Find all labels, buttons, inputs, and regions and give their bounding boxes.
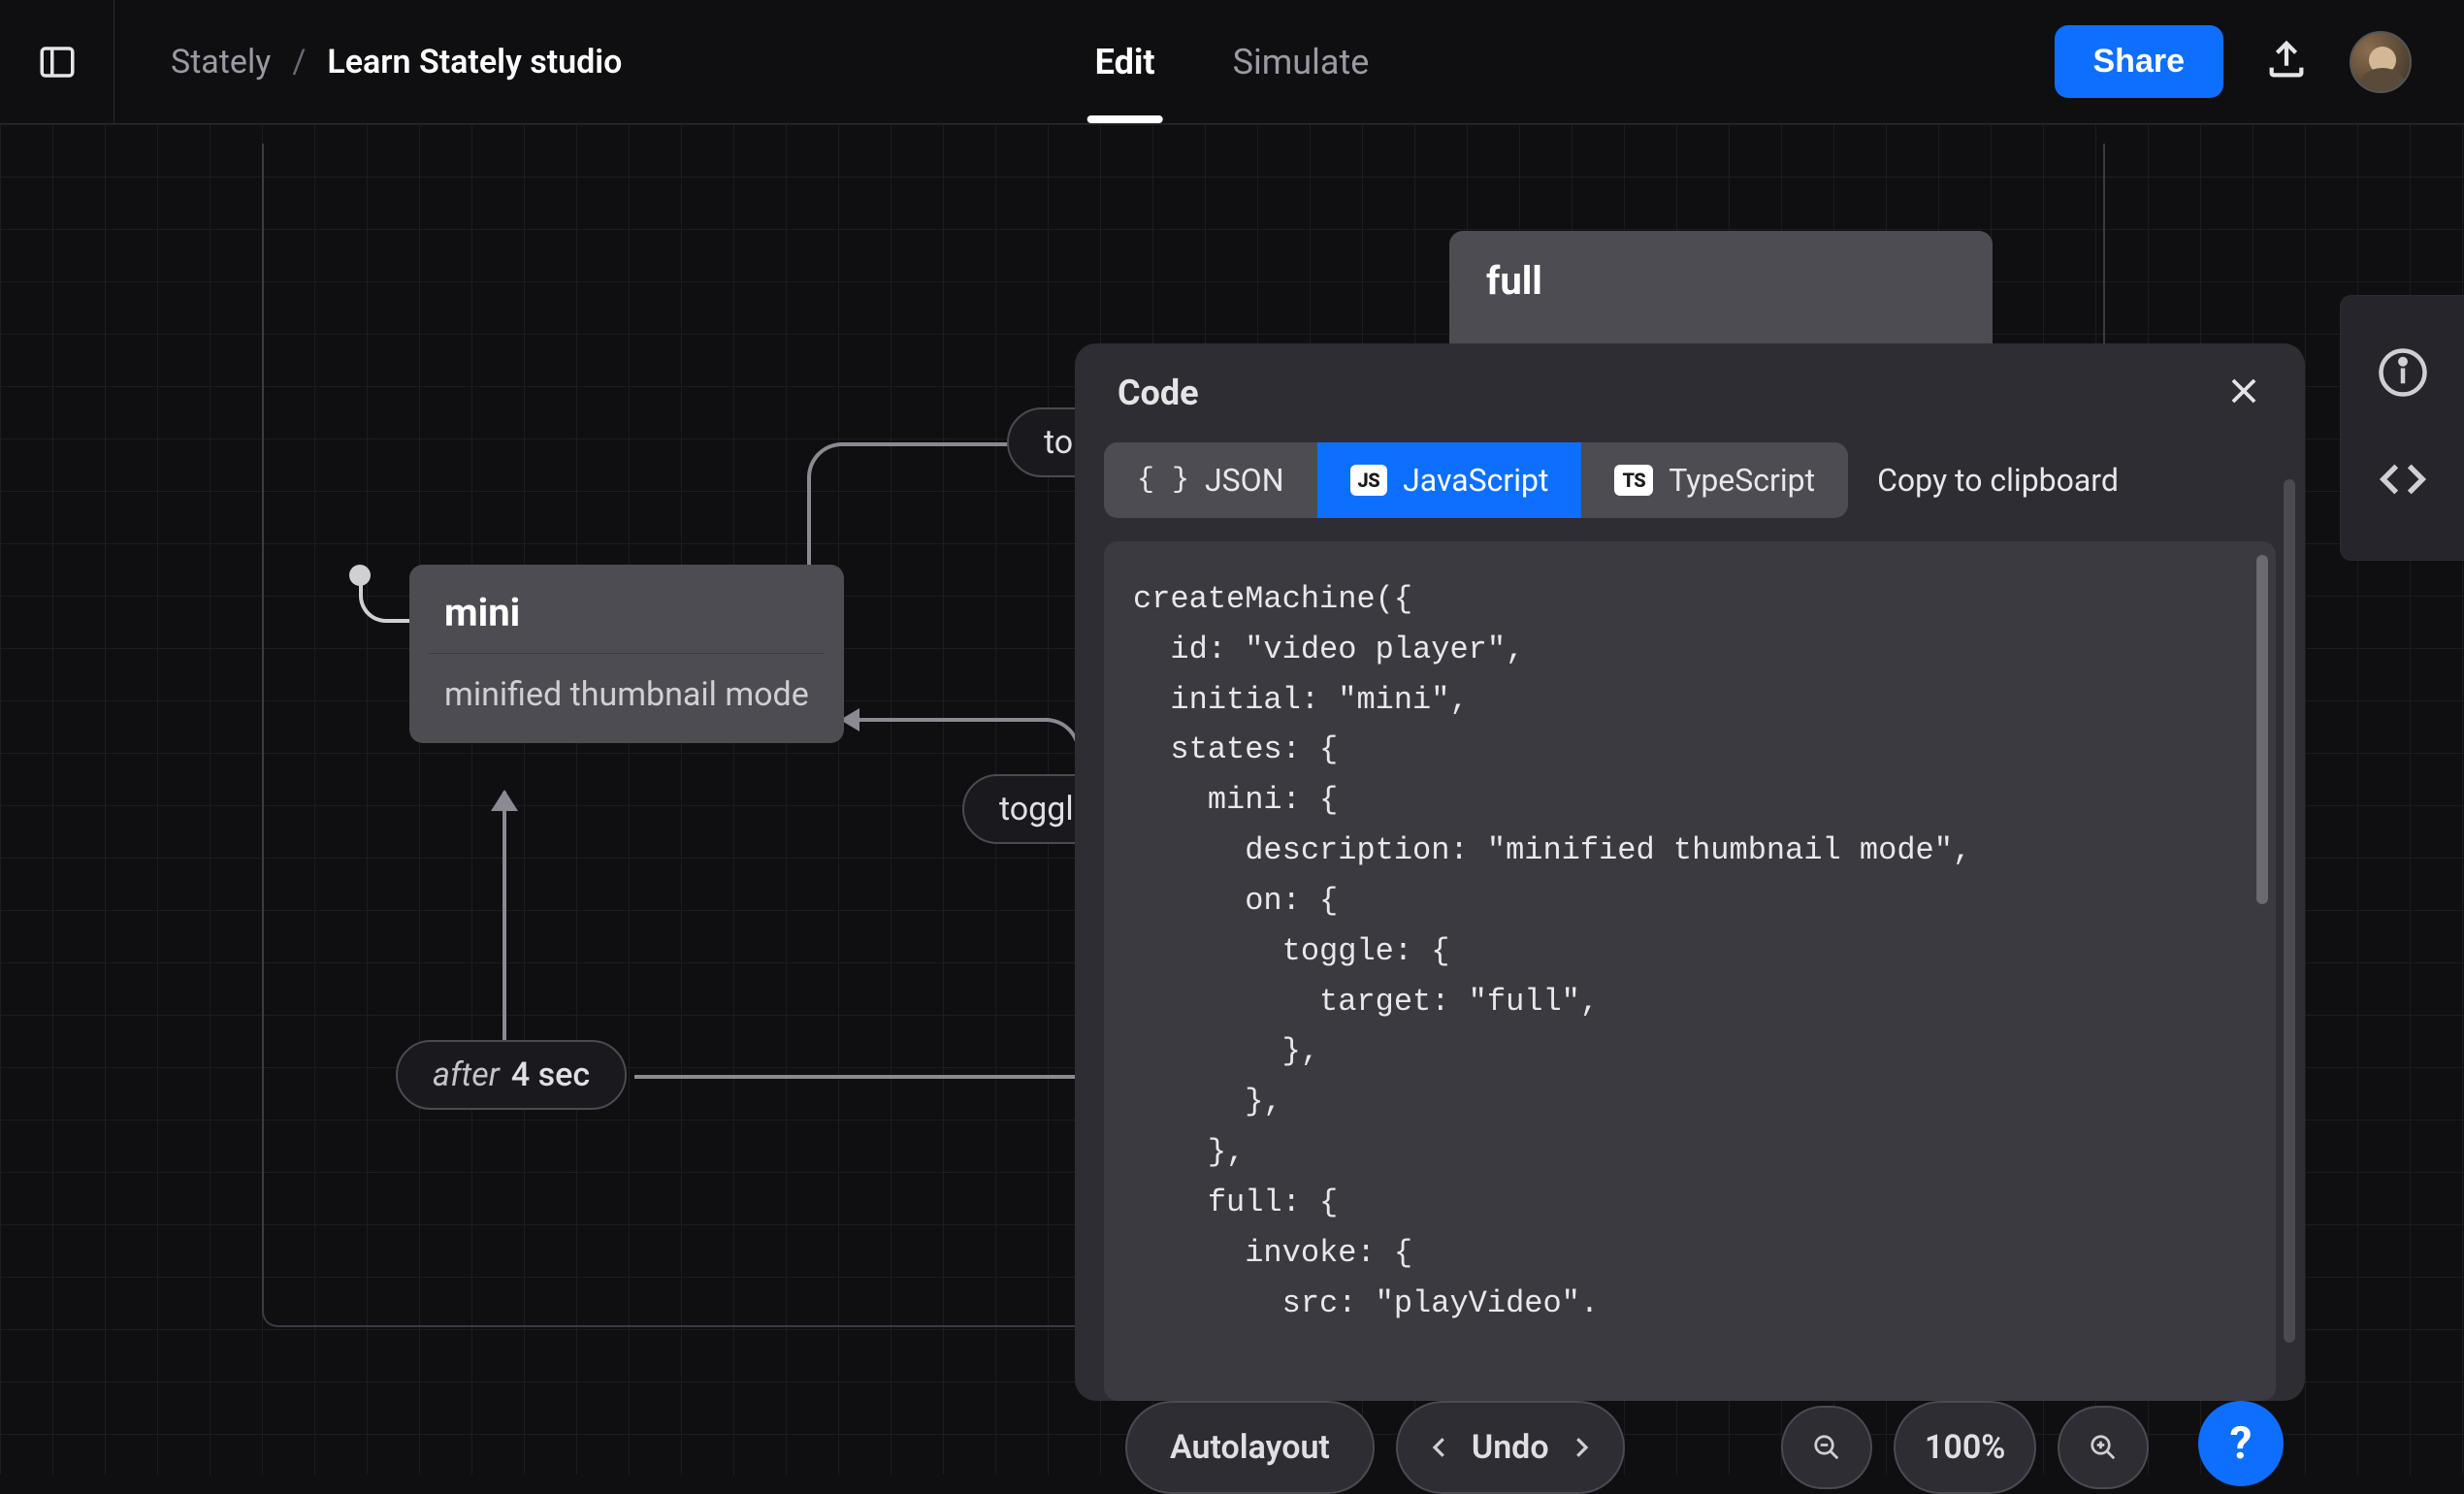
zoom-out-button[interactable] bbox=[1781, 1406, 1872, 1489]
zoom-out-icon bbox=[1812, 1433, 1841, 1462]
close-icon bbox=[2225, 373, 2262, 409]
export-button[interactable] bbox=[2264, 38, 2309, 86]
sidebar-toggle-button[interactable] bbox=[0, 0, 114, 124]
upload-icon bbox=[2264, 38, 2309, 82]
breadcrumb-project[interactable]: Learn Stately studio bbox=[327, 43, 622, 81]
breadcrumb-org[interactable]: Stately bbox=[171, 43, 271, 81]
code-panel-toggle[interactable] bbox=[2377, 453, 2429, 509]
transition-label-after[interactable]: after 4 sec bbox=[396, 1040, 627, 1110]
help-button[interactable]: ? bbox=[2198, 1401, 2284, 1486]
button-label: Autolayout bbox=[1170, 1428, 1330, 1467]
share-button[interactable]: Share bbox=[2055, 25, 2224, 98]
format-tabs: { } JSON JS JavaScript TS TypeScript bbox=[1104, 442, 1848, 518]
tab-simulate[interactable]: Simulate bbox=[1233, 0, 1370, 123]
tab-json[interactable]: { } JSON bbox=[1104, 442, 1317, 518]
panel-scrollbar[interactable] bbox=[2284, 479, 2295, 1343]
state-description: minified thumbnail mode bbox=[409, 654, 844, 743]
tab-typescript[interactable]: TS TypeScript bbox=[1581, 442, 1848, 518]
transition-edge[interactable] bbox=[634, 1075, 1077, 1079]
close-button[interactable] bbox=[2225, 373, 2262, 413]
mode-tabs: Edit Simulate bbox=[1095, 0, 1370, 123]
breadcrumb-separator: / bbox=[292, 43, 306, 81]
breadcrumb: Stately / Learn Stately studio bbox=[114, 43, 622, 81]
code-content[interactable]: createMachine({ id: "video player", init… bbox=[1133, 574, 2247, 1328]
code-panel-title: Code bbox=[1118, 373, 1199, 413]
js-badge-icon: JS bbox=[1350, 465, 1388, 496]
arrowhead-icon bbox=[491, 790, 518, 811]
undo-redo-group[interactable]: Undo bbox=[1396, 1401, 1625, 1494]
state-node-mini[interactable]: mini minified thumbnail mode bbox=[409, 565, 844, 743]
tab-label: JavaScript bbox=[1403, 462, 1548, 499]
chevron-right-icon bbox=[1567, 1433, 1596, 1462]
state-title: full bbox=[1486, 258, 1542, 304]
ts-badge-icon: TS bbox=[1614, 465, 1653, 496]
inner-scrollbar[interactable] bbox=[2256, 555, 2268, 904]
tab-label: TypeScript bbox=[1669, 462, 1815, 499]
transition-edge[interactable] bbox=[807, 442, 850, 578]
zoom-value: 100% bbox=[1925, 1428, 2005, 1467]
after-keyword: after bbox=[433, 1056, 500, 1094]
undo-label: Undo bbox=[1472, 1428, 1549, 1467]
code-body[interactable]: createMachine({ id: "video player", init… bbox=[1104, 541, 2276, 1401]
zoom-level[interactable]: 100% bbox=[1894, 1401, 2036, 1494]
zoom-in-icon bbox=[2089, 1433, 2118, 1462]
autolayout-button[interactable]: Autolayout bbox=[1125, 1401, 1375, 1494]
transition-edge[interactable] bbox=[844, 718, 1048, 722]
copy-to-clipboard-button[interactable]: Copy to clipboard bbox=[1877, 462, 2119, 499]
info-icon bbox=[2377, 346, 2429, 399]
state-node-full[interactable]: full bbox=[1449, 231, 1993, 347]
panel-left-icon bbox=[37, 42, 78, 82]
right-rail bbox=[2340, 295, 2464, 561]
topbar: Stately / Learn Stately studio Edit Simu… bbox=[0, 0, 2464, 124]
after-duration: 4 sec bbox=[511, 1056, 590, 1094]
zoom-in-button[interactable] bbox=[2058, 1406, 2149, 1489]
chevron-left-icon bbox=[1425, 1433, 1454, 1462]
tab-javascript[interactable]: JS JavaScript bbox=[1317, 442, 1582, 518]
info-button[interactable] bbox=[2377, 346, 2429, 403]
state-title: mini bbox=[409, 565, 844, 653]
braces-icon: { } bbox=[1137, 464, 1189, 497]
help-icon: ? bbox=[2230, 1417, 2253, 1470]
transition-edge[interactable] bbox=[503, 792, 506, 1040]
tab-edit[interactable]: Edit bbox=[1095, 0, 1155, 123]
avatar[interactable] bbox=[2350, 31, 2412, 93]
code-panel: Code { } JSON JS JavaScript TS TypeScrip… bbox=[1075, 343, 2305, 1401]
code-icon bbox=[2377, 453, 2429, 505]
tab-label: JSON bbox=[1205, 462, 1284, 499]
